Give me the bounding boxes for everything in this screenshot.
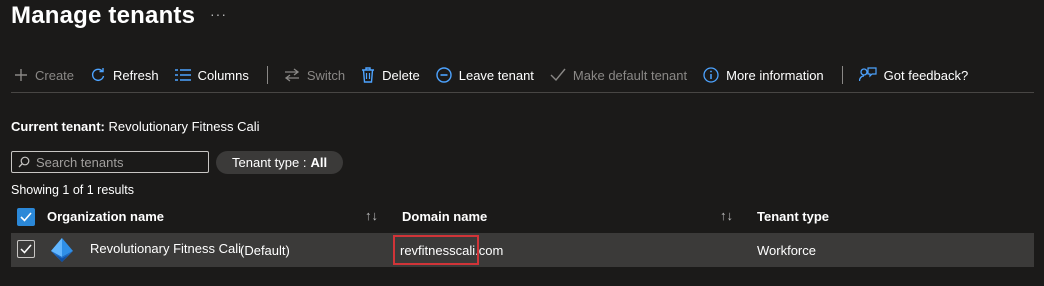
tenant-type-filter[interactable]: Tenant type : All [216, 151, 344, 174]
make-default-button[interactable]: Make default tenant [550, 62, 687, 88]
delete-button[interactable]: Delete [361, 62, 420, 88]
leave-tenant-button[interactable]: Leave tenant [436, 62, 534, 88]
trash-icon [362, 67, 375, 83]
current-tenant-label: Current tenant: [11, 119, 105, 134]
filter-label: Tenant type : [232, 155, 307, 170]
columns-icon [174, 69, 191, 81]
feedback-button[interactable]: Got feedback? [858, 62, 969, 88]
create-button[interactable]: Create [14, 62, 74, 88]
highlight-box [393, 235, 479, 265]
feedback-label: Got feedback? [883, 67, 969, 83]
columns-label: Columns [197, 67, 249, 83]
switch-label: Switch [306, 67, 346, 83]
select-all-checkbox[interactable] [17, 208, 35, 226]
switch-button[interactable]: Switch [284, 62, 345, 88]
toolbar: Create Refresh Columns Switch Delete Lea… [14, 62, 984, 88]
checkmark-icon [20, 244, 32, 254]
more-information-label: More information [726, 67, 824, 83]
table-header: Organization name ↑↓ Domain name ↑↓ Tena… [11, 204, 1034, 230]
page-title: Manage tenants [11, 2, 196, 29]
sort-icon[interactable]: ↑↓ [365, 208, 378, 223]
org-name-link[interactable]: Revolutionary Fitness Cali [90, 241, 241, 256]
results-count: Showing 1 of 1 results [11, 183, 134, 197]
search-input[interactable] [34, 153, 208, 171]
checkmark-icon [550, 68, 566, 82]
refresh-icon [91, 68, 105, 82]
sort-icon[interactable]: ↑↓ [720, 208, 733, 223]
search-box[interactable] [11, 151, 209, 173]
entra-id-logo-icon [51, 238, 73, 262]
switch-icon [284, 68, 299, 82]
filter-value: All [310, 155, 328, 170]
leave-icon [436, 67, 452, 83]
search-icon [18, 156, 30, 168]
more-options-icon[interactable]: ··· [210, 6, 227, 22]
column-header-type: Tenant type [757, 209, 829, 224]
column-header-domain[interactable]: Domain name [402, 209, 487, 224]
make-default-label: Make default tenant [572, 67, 688, 83]
refresh-label: Refresh [113, 67, 159, 83]
leave-tenant-label: Leave tenant [458, 67, 534, 83]
feedback-icon [858, 67, 877, 82]
toolbar-divider [841, 66, 843, 84]
info-icon [703, 67, 719, 83]
refresh-button[interactable]: Refresh [90, 62, 159, 88]
delete-label: Delete [382, 67, 420, 83]
row-checkbox[interactable] [17, 240, 35, 258]
default-tag: (Default) [240, 243, 290, 258]
current-tenant: Current tenant: Revolutionary Fitness Ca… [11, 119, 260, 134]
tenant-type-value: Workforce [757, 243, 816, 258]
column-header-org[interactable]: Organization name [47, 209, 164, 224]
checkmark-icon [20, 212, 32, 222]
toolbar-divider-line [11, 92, 1034, 93]
table-row[interactable]: Revolutionary Fitness Cali (Default) rev… [11, 233, 1034, 267]
plus-icon [15, 69, 27, 81]
current-tenant-value: Revolutionary Fitness Cali [108, 119, 260, 134]
columns-button[interactable]: Columns [174, 62, 249, 88]
create-label: Create [35, 67, 75, 83]
toolbar-divider [266, 66, 268, 84]
more-information-button[interactable]: More information [703, 62, 824, 88]
